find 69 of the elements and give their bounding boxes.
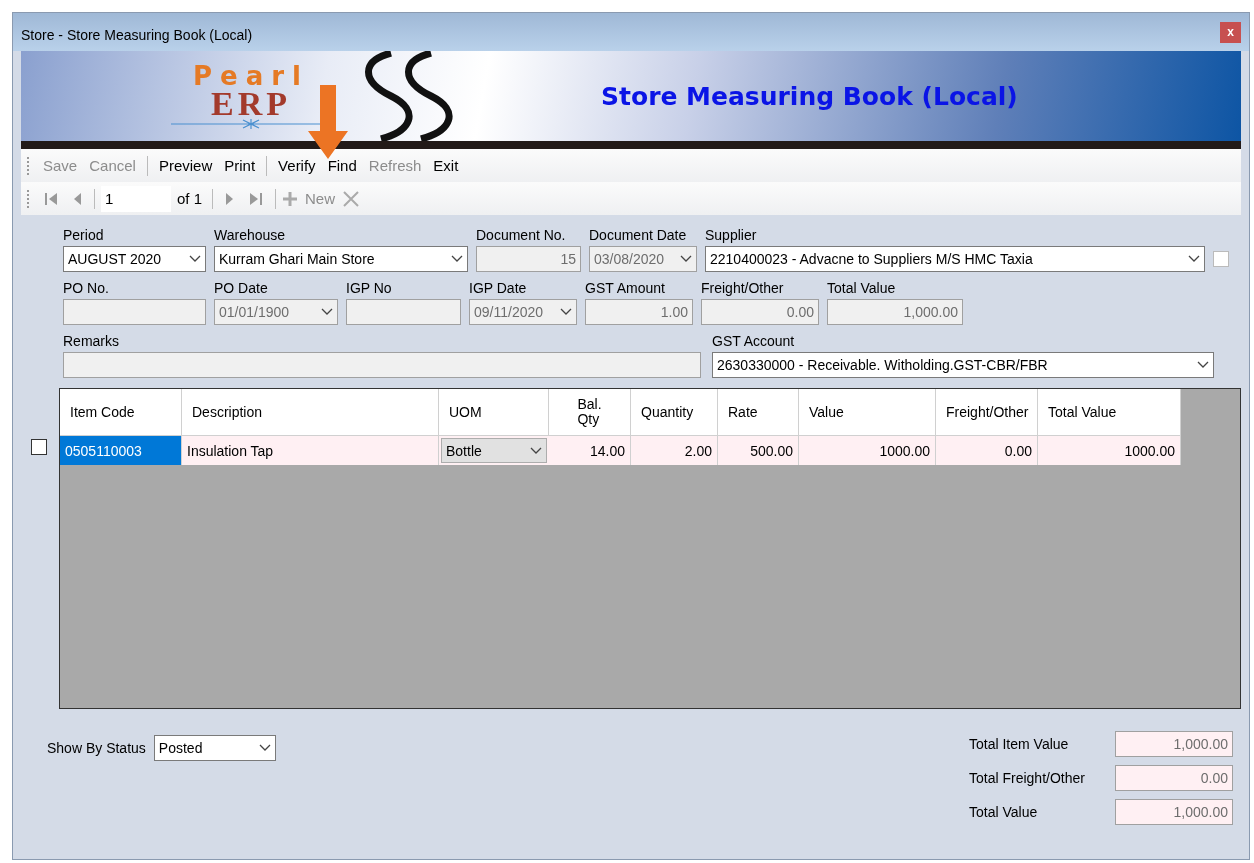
total-label: Total Freight/Other <box>969 770 1086 786</box>
dropdown-field[interactable]: 2210400023 - Advacne to Suppliers M/S HMC Taxia <box>705 246 1205 272</box>
dropdown-caret-icon[interactable] <box>1197 361 1209 369</box>
field-label: IGP No <box>346 280 393 296</box>
table-cell[interactable]: Insulation Tap <box>182 435 439 465</box>
dropdown-caret-icon[interactable] <box>451 255 463 263</box>
column-header[interactable]: Freight/Other <box>936 389 1038 435</box>
dropdown-field[interactable]: Kurram Ghari Main Store <box>214 246 468 272</box>
table-cell[interactable]: 2.00 <box>631 435 718 465</box>
field-label: PO No. <box>63 280 110 296</box>
total-field: 1,000.00 <box>1115 731 1233 757</box>
row-checkbox[interactable] <box>31 439 47 455</box>
field-label: Show By Status <box>47 740 146 756</box>
column-header[interactable]: Quantity <box>631 389 718 435</box>
column-header[interactable]: Value <box>799 389 936 435</box>
logo-text: ERP <box>211 89 291 119</box>
field-label: Warehouse <box>214 227 287 243</box>
total-label: Total Item Value <box>969 736 1070 752</box>
table-cell[interactable]: 14.00 <box>549 435 631 465</box>
dropdown-field[interactable]: 2630330000 - Receivable. Witholding.GST-CBR/FBR <box>712 352 1214 378</box>
dropdown-caret-icon[interactable] <box>1188 255 1200 263</box>
column-header[interactable]: Item Code <box>60 389 182 435</box>
total-label: Total Value <box>969 804 1039 820</box>
logo-text: Pearl <box>193 63 309 89</box>
dropdown-caret-icon[interactable] <box>530 446 542 455</box>
field-label: Total Value <box>827 280 897 296</box>
field-label: Freight/Other <box>701 280 785 296</box>
field-label: PO Date <box>214 280 269 296</box>
field-label: Period <box>63 227 105 243</box>
dropdown-field[interactable]: AUGUST 2020 <box>63 246 206 272</box>
field-label: IGP Date <box>469 280 528 296</box>
down-arrow-icon <box>307 85 349 159</box>
banner-title: Store Measuring Book (Local) <box>601 81 1018 111</box>
plus-icon <box>282 190 299 207</box>
field-label: Document No. <box>476 227 567 243</box>
checkbox[interactable] <box>1213 251 1229 267</box>
window-title: Store - Store Measuring Book (Local) <box>21 27 253 43</box>
uom-dropdown[interactable]: Bottle <box>441 438 547 463</box>
toolbar-button[interactable]: Preview <box>153 155 218 176</box>
column-header[interactable]: Description <box>182 389 439 435</box>
field-label: GST Amount <box>585 280 666 296</box>
column-header[interactable]: Bal. Qty <box>549 389 631 435</box>
toolbar-button[interactable]: Find <box>322 155 362 176</box>
table-cell[interactable]: 0.00 <box>936 435 1038 465</box>
field-label: Remarks <box>63 333 120 349</box>
toolbar-button[interactable]: Print <box>219 155 261 176</box>
toolbar-button[interactable]: Exit <box>428 155 464 176</box>
table-cell[interactable]: 500.00 <box>718 435 799 465</box>
column-header[interactable]: Rate <box>718 389 799 435</box>
table-cell[interactable]: 0505110003 <box>60 435 182 465</box>
dropdown-caret-icon[interactable] <box>189 255 201 263</box>
table-cell[interactable]: 1000.00 <box>799 435 936 465</box>
record-count: of 1 <box>177 190 203 207</box>
first-record-icon[interactable] <box>44 190 58 207</box>
field-label: GST Account <box>712 333 796 349</box>
dropdown-caret-icon[interactable] <box>258 744 271 752</box>
column-header[interactable]: Total Value <box>1038 389 1181 435</box>
column-header[interactable]: UOM <box>439 389 549 435</box>
status-dropdown[interactable]: Posted <box>153 735 276 761</box>
close-button[interactable]: x <box>1220 21 1241 43</box>
total-field: 0.00 <box>1115 765 1233 791</box>
record-position-field[interactable]: 1 <box>101 185 171 212</box>
previous-record-icon[interactable] <box>72 190 82 207</box>
total-field: 1,000.00 <box>1115 799 1233 825</box>
table-cell[interactable]: 1000.00 <box>1038 435 1181 465</box>
field-label: Document Date <box>589 227 688 243</box>
last-record-icon[interactable] <box>249 190 264 207</box>
field-label: Supplier <box>705 227 758 243</box>
toolbar-button[interactable]: Verify <box>273 155 321 176</box>
